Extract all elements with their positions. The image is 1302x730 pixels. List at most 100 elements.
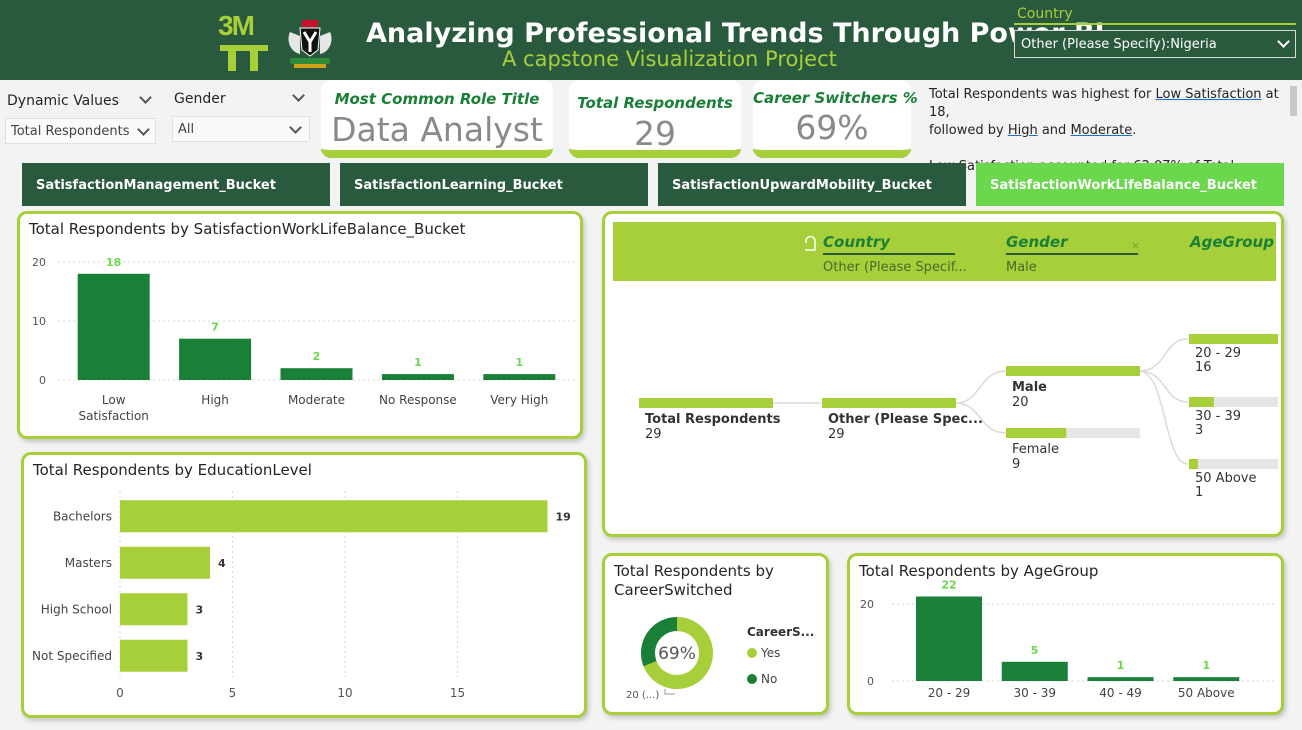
- country-dropdown-value: Other (Please Specify):Nigeria: [1021, 37, 1217, 52]
- x-tick-label: 50 Above: [1178, 686, 1235, 700]
- education-chart-panel: Total Respondents by EducationLevel 0 5 10…: [21, 452, 587, 718]
- tab-satisfaction-management[interactable]: SatisfactionManagement_Bucket: [22, 163, 330, 206]
- dashboard-subtitle: A capstone Visualization Project: [502, 47, 837, 71]
- x-tick-label: 20 - 29: [928, 686, 971, 700]
- total-respondents-card-value: 29: [634, 114, 676, 153]
- tree-node-age-label: 20 - 29: [1195, 346, 1241, 361]
- dashboard-title: Analyzing Professional Trends Through Po…: [366, 18, 1105, 49]
- bar: [1173, 677, 1240, 681]
- legend-marker: [747, 674, 757, 684]
- career-switched-donut-chart: 69% 20 (...) CareerS... Yes No: [626, 617, 814, 701]
- tree-node-gender-fill: [1006, 366, 1140, 376]
- bar: [1087, 677, 1154, 681]
- x-tick-label: 0: [116, 686, 124, 700]
- legend-label: Yes: [760, 646, 780, 660]
- close-icon: ×: [1131, 239, 1140, 252]
- chevron-down-icon[interactable]: [139, 91, 152, 104]
- y-tick-label: High School: [41, 602, 112, 616]
- role-title-card-label: Most Common Role Title: [334, 90, 540, 108]
- decomposition-tree: Country Other (Please Specif... Gender Male…: [613, 222, 1278, 500]
- career-switchers-card: Career Switchers % 69%: [753, 80, 918, 158]
- career-switched-panel: Total Respondents by CareerSwitched 69% 2…: [602, 553, 829, 715]
- dynamic-values-dropdown[interactable]: Total Respondents: [5, 118, 156, 144]
- donut-center-label: 69%: [658, 644, 696, 664]
- tree-node-age-label: 30 - 39: [1195, 409, 1241, 424]
- tree-node-age-track: [1189, 459, 1278, 469]
- y-tick-label: 0: [39, 374, 46, 387]
- data-label: 1: [414, 356, 422, 369]
- tree-node-age-label: 50 Above: [1195, 471, 1256, 486]
- dynamic-values-label: Dynamic Values: [7, 93, 119, 109]
- country-slicer-underline: [1014, 23, 1296, 25]
- legend-title: CareerS...: [747, 625, 814, 639]
- y-tick-label: Bachelors: [53, 509, 112, 523]
- role-title-card-value: Data Analyst: [331, 110, 543, 149]
- tree-header-title: Country: [823, 233, 891, 251]
- data-label: 7: [211, 321, 219, 334]
- data-label: 22: [941, 579, 956, 592]
- bar: [381, 374, 454, 380]
- tree-node-root-value: 29: [645, 427, 662, 442]
- data-label: 18: [106, 256, 121, 269]
- y-tick-label: Not Specified: [32, 649, 112, 663]
- tree-node-age-value: 1: [1195, 485, 1203, 500]
- tree-node-country-value: 29: [828, 427, 845, 442]
- tree-node-gender-label: Female: [1012, 442, 1059, 457]
- tree-header-title: Gender: [1006, 233, 1069, 251]
- legend-marker: [747, 648, 757, 658]
- data-label: 1: [1117, 659, 1125, 672]
- tree-header-value: Other (Please Specif...: [823, 260, 967, 275]
- header-bar: 3M Analyzing Professional Trends Through…: [0, 0, 1302, 80]
- bar: [179, 338, 252, 380]
- career-switchers-card-label: Career Switchers %: [753, 89, 918, 107]
- tree-node-gender-value: 9: [1012, 457, 1020, 472]
- education-bar-chart: 0 5 10 15 Bachelors 19 Masters 4 High School 3 Not…: [32, 491, 571, 700]
- bar: [1001, 661, 1068, 681]
- tree-node-country-fill: [822, 398, 956, 408]
- tab-satisfaction-learning[interactable]: SatisfactionLearning_Bucket: [340, 163, 648, 206]
- x-tick-label: Moderate: [288, 393, 345, 407]
- logo-text: 3M: [218, 10, 255, 41]
- dynamic-values-value: Total Respondents: [11, 124, 130, 139]
- x-tick-label: High: [201, 393, 229, 407]
- tree-connector: [1138, 338, 1189, 372]
- tree-node-gender-value: 20: [1012, 395, 1029, 410]
- y-tick-label: 10: [32, 315, 46, 328]
- tab-satisfaction-upward-mobility[interactable]: SatisfactionUpwardMobility_Bucket: [658, 163, 966, 206]
- data-label: 5: [1031, 644, 1039, 657]
- data-label: 19: [556, 510, 571, 523]
- tree-connector: [1138, 370, 1189, 403]
- narrative-link-moderate[interactable]: Moderate: [1070, 123, 1132, 138]
- data-label: 1: [1202, 659, 1210, 672]
- 3mtt-logo: 3M: [218, 10, 270, 72]
- x-tick-label: No Response: [379, 393, 457, 407]
- x-tick-label: 15: [450, 686, 465, 700]
- tree-node-age-fill: [1189, 397, 1214, 407]
- data-label: 2: [313, 350, 321, 363]
- satisfaction-chart-panel: Total Respondents by SatisfactionWorkLif…: [17, 211, 583, 439]
- tree-node-root-fill: [639, 398, 773, 408]
- chevron-down-icon: [1277, 35, 1290, 48]
- satisfaction-bar-chart: 0 10 20 18 Low Satisfaction 7 High 2 Moderate 1 No …: [32, 256, 575, 423]
- y-tick-label: 0: [867, 675, 874, 688]
- agegroup-bar-chart: 0 20 22 20 - 29 5 30 - 39 1 40 - 49 1 50 Above: [860, 579, 1275, 700]
- gender-value: All: [178, 122, 195, 137]
- bar: [120, 593, 188, 626]
- tree-node-age-fill: [1189, 334, 1278, 344]
- country-slicer-label: Country: [1017, 6, 1073, 22]
- total-respondents-card-label: Total Respondents: [577, 94, 733, 112]
- role-title-card: Most Common Role Title Data Analyst: [321, 80, 553, 158]
- narrative-link-low-satisfaction[interactable]: Low Satisfaction: [1156, 87, 1262, 102]
- x-tick-label: Satisfaction: [78, 409, 148, 423]
- tab-satisfaction-worklife-balance[interactable]: SatisfactionWorkLifeBalance_Bucket: [976, 163, 1284, 206]
- narrative-scrollbar[interactable]: [1290, 86, 1297, 116]
- chevron-down-icon[interactable]: [292, 89, 305, 102]
- bar: [916, 596, 982, 681]
- bar: [280, 368, 353, 380]
- gender-dropdown[interactable]: All: [172, 116, 310, 142]
- tree-node-root-label: Total Respondents: [645, 412, 781, 427]
- country-dropdown[interactable]: Other (Please Specify):Nigeria: [1014, 30, 1296, 58]
- legend-label: No: [761, 672, 777, 686]
- bar: [483, 374, 556, 380]
- narrative-link-high[interactable]: High: [1008, 123, 1038, 138]
